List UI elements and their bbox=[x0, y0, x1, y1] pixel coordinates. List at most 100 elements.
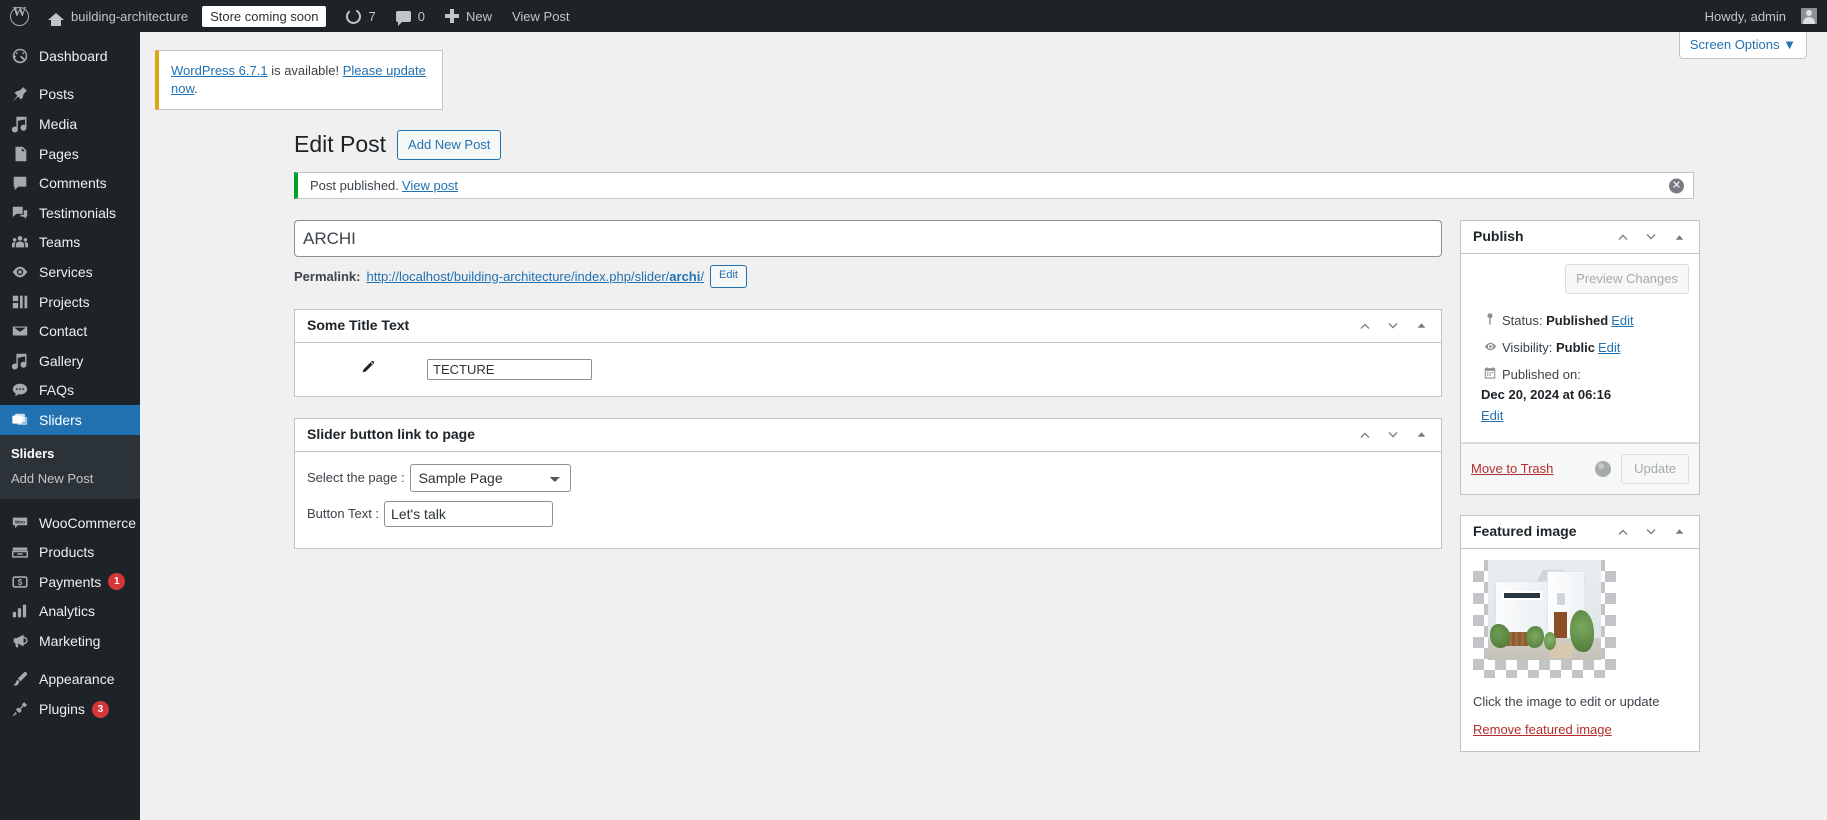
main-content-area: Screen Options ▼ WordPress 6.7.1 is avai… bbox=[140, 32, 1827, 820]
svg-text:Woo: Woo bbox=[15, 519, 25, 524]
sidebar-item-testimonials[interactable]: Testimonials bbox=[0, 198, 140, 228]
chevron-down-icon: ▼ bbox=[1783, 37, 1796, 52]
move-down-icon[interactable] bbox=[1379, 418, 1407, 451]
misc-publishing-actions: Status: Published Edit Visibility: Publi… bbox=[1471, 302, 1689, 440]
site-name-label: building-architecture bbox=[71, 8, 189, 24]
house-photo bbox=[1488, 559, 1601, 660]
sidebar-item-plugins[interactable]: Plugins 3 bbox=[0, 694, 140, 724]
move-down-icon[interactable] bbox=[1637, 515, 1665, 548]
post-published-notice: Post published. View post ✕ bbox=[294, 172, 1694, 199]
select-page-dropdown[interactable]: Sample Page bbox=[409, 463, 571, 492]
edit-status-link[interactable]: Edit bbox=[1611, 311, 1633, 332]
screen-options-button[interactable]: Screen Options ▼ bbox=[1678, 32, 1807, 59]
payments-icon: $ bbox=[10, 572, 30, 592]
site-name-button[interactable]: building-architecture bbox=[38, 0, 198, 32]
store-coming-soon-badge[interactable]: Store coming soon bbox=[198, 0, 336, 32]
move-down-icon[interactable] bbox=[1379, 309, 1407, 342]
sidebar-item-contact[interactable]: Contact bbox=[0, 316, 140, 346]
my-account-button[interactable]: Howdy, admin bbox=[1695, 0, 1827, 32]
svg-text:$: $ bbox=[18, 578, 23, 587]
updates-button[interactable]: 7 bbox=[336, 0, 385, 32]
sidebar-item-label: Gallery bbox=[39, 352, 84, 369]
submenu-item-sliders[interactable]: Sliders bbox=[0, 441, 140, 466]
wordpress-logo-icon: W bbox=[10, 5, 29, 26]
publish-box: Publish Preview Changes Status: Publishe… bbox=[1460, 220, 1700, 495]
sidebar-item-marketing[interactable]: Marketing bbox=[0, 626, 140, 656]
comments-button[interactable]: 0 bbox=[386, 0, 435, 32]
admin-bar: W building-architecture Store coming soo… bbox=[0, 0, 1827, 32]
admin-bar-right: Howdy, admin bbox=[1695, 0, 1827, 32]
sidebar-item-gallery[interactable]: Gallery bbox=[0, 346, 140, 376]
sidebar-item-services[interactable]: Services bbox=[0, 257, 140, 287]
edit-published-date-link[interactable]: Edit bbox=[1481, 406, 1679, 427]
dismiss-x-icon[interactable]: ✕ bbox=[1669, 178, 1684, 193]
toggle-panel-icon[interactable] bbox=[1665, 515, 1693, 548]
remove-featured-image-link[interactable]: Remove featured image bbox=[1473, 722, 1687, 737]
post-title-input[interactable] bbox=[294, 220, 1442, 257]
major-publishing-actions: Move to Trash Update bbox=[1461, 442, 1699, 494]
sidebar-item-projects[interactable]: Projects bbox=[0, 287, 140, 317]
sidebar-item-label: Appearance bbox=[39, 671, 115, 688]
wordpress-logo-button[interactable]: W bbox=[0, 0, 38, 32]
sidebar-item-label: Contact bbox=[39, 323, 88, 340]
sidebar-item-woocommerce[interactable]: Woo WooCommerce bbox=[0, 508, 140, 538]
home-icon bbox=[48, 12, 64, 26]
sidebar-item-products[interactable]: Products bbox=[0, 537, 140, 567]
sidebar-item-appearance[interactable]: Appearance bbox=[0, 665, 140, 695]
toggle-panel-icon[interactable] bbox=[1665, 221, 1693, 254]
menu-spacer-1 bbox=[0, 71, 140, 80]
featured-image-thumbnail[interactable] bbox=[1473, 559, 1616, 678]
sidebar-item-analytics[interactable]: Analytics bbox=[0, 597, 140, 627]
sidebar-item-sliders[interactable]: Sliders bbox=[0, 405, 140, 435]
move-up-icon[interactable] bbox=[1351, 418, 1379, 451]
view-post-link[interactable]: View post bbox=[402, 178, 458, 193]
featured-image-caption: Click the image to edit or update bbox=[1473, 693, 1660, 709]
sidebar-item-media[interactable]: Media bbox=[0, 109, 140, 139]
toggle-panel-icon[interactable] bbox=[1407, 418, 1435, 451]
move-up-icon[interactable] bbox=[1351, 309, 1379, 342]
toggle-panel-icon[interactable] bbox=[1407, 309, 1435, 342]
notice-text: Post published. bbox=[310, 178, 399, 193]
add-new-post-button[interactable]: Add New Post bbox=[397, 130, 502, 161]
avatar bbox=[1801, 8, 1817, 24]
marketing-megaphone-icon bbox=[10, 631, 30, 651]
visibility-value: Public bbox=[1555, 339, 1595, 355]
new-content-button[interactable]: New bbox=[435, 0, 502, 32]
move-up-icon[interactable] bbox=[1609, 221, 1637, 254]
sidebar-item-faqs[interactable]: FAQs bbox=[0, 376, 140, 406]
preview-changes-button[interactable]: Preview Changes bbox=[1565, 264, 1689, 294]
button-text-input[interactable] bbox=[384, 500, 554, 527]
photo-bush-mid bbox=[1526, 625, 1544, 648]
new-label: New bbox=[465, 8, 492, 24]
sidebar-item-label: Teams bbox=[39, 234, 81, 251]
sidebar-item-posts[interactable]: Posts bbox=[0, 80, 140, 110]
photo-bush-left bbox=[1490, 623, 1510, 648]
sidebar-item-comments[interactable]: Comments bbox=[0, 168, 140, 198]
title-text-row bbox=[307, 355, 1429, 384]
plugins-plug-icon bbox=[10, 699, 30, 719]
edit-visibility-link[interactable]: Edit bbox=[1598, 338, 1620, 359]
update-button[interactable]: Update bbox=[1621, 453, 1689, 484]
permalink-link[interactable]: http://localhost/building-architecture/i… bbox=[366, 269, 704, 284]
minor-publishing-section: Preview Changes Status: Published Edit V… bbox=[1461, 254, 1699, 443]
photo-door bbox=[1554, 611, 1567, 638]
some-title-text-input[interactable] bbox=[427, 358, 592, 380]
move-down-icon[interactable] bbox=[1637, 221, 1665, 254]
move-to-trash-link[interactable]: Move to Trash bbox=[1471, 461, 1553, 476]
featured-image-box: Featured image Click the image to edit o… bbox=[1460, 514, 1700, 752]
sidebar-item-label: Services bbox=[39, 263, 93, 280]
submenu-item-add-new-post[interactable]: Add New Post bbox=[0, 466, 140, 491]
sidebar-item-pages[interactable]: Pages bbox=[0, 139, 140, 169]
move-up-icon[interactable] bbox=[1609, 515, 1637, 548]
pencil-icon[interactable] bbox=[359, 359, 376, 379]
update-notice: WordPress 6.7.1 is available! Please upd… bbox=[155, 50, 443, 111]
sidebar-item-payments[interactable]: $ Payments 1 bbox=[0, 567, 140, 597]
sidebar-item-dashboard[interactable]: Dashboard bbox=[0, 41, 140, 71]
published-on-row: Published on: Dec 20, 2024 at 06:16 Edit bbox=[1471, 362, 1689, 430]
view-post-button[interactable]: View Post bbox=[502, 0, 580, 32]
pages-icon bbox=[10, 144, 30, 164]
pin-icon bbox=[10, 84, 30, 104]
edit-slug-button[interactable]: Edit bbox=[709, 265, 747, 288]
sidebar-item-teams[interactable]: Teams bbox=[0, 228, 140, 258]
wordpress-version-link[interactable]: WordPress 6.7.1 bbox=[171, 63, 268, 78]
